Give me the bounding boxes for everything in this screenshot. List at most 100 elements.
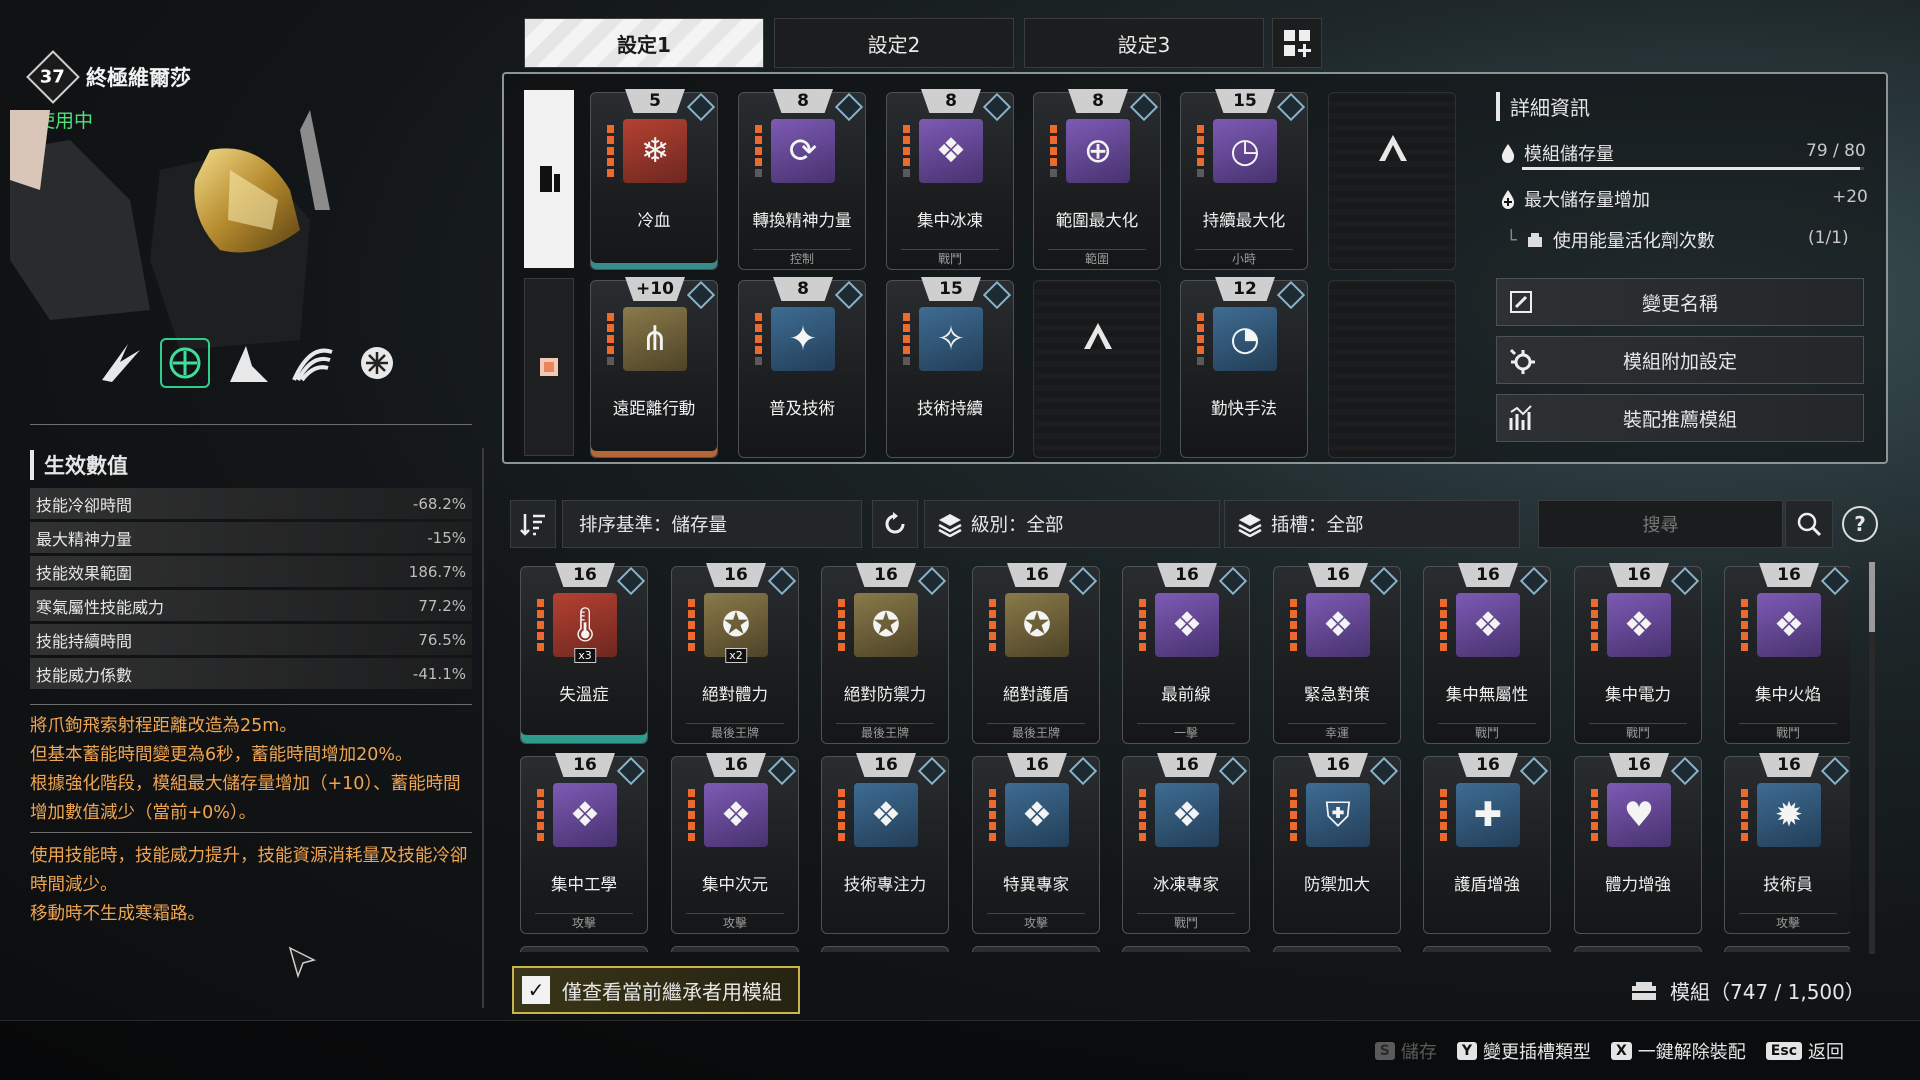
module-art-icon: ✚	[1456, 783, 1520, 847]
module-card[interactable]: 16 ❖ 集中火焰 戰鬥	[1724, 563, 1850, 744]
module-card[interactable]: 16 ✪ 絕對防禦力 最後王牌	[821, 563, 949, 744]
key-hints: S 儲存 Y 變更插槽類型 X 一鍵解除裝配 Esc 返回	[1374, 1038, 1844, 1064]
module-name: 護盾增強	[1454, 875, 1520, 894]
module-card[interactable]	[1273, 946, 1401, 952]
hint-y[interactable]: Y 變更插槽類型	[1456, 1038, 1591, 1064]
skill-5-icon[interactable]	[352, 338, 402, 388]
module-card[interactable]: 8 ❖ 集中冰凍 戰鬥	[886, 89, 1014, 270]
module-name: 普及技術	[769, 399, 835, 418]
module-card[interactable]: 16 ✪ x2 絕對體力 最後王牌	[671, 563, 799, 744]
inherit-only-checkbox[interactable]: ✓ 僅查看當前繼承者用模組	[512, 966, 800, 1014]
activator-value: (1/1)	[1808, 228, 1849, 248]
module-glyph-icon: ✧	[936, 319, 966, 359]
rename-button[interactable]: 變更名稱	[1496, 278, 1864, 326]
capacity-label: 模組儲存量	[1524, 144, 1614, 165]
module-card[interactable]	[1724, 946, 1850, 952]
inventory-scrollbar[interactable]	[1869, 562, 1875, 954]
module-card[interactable]: 8 ✦ 普及技術	[738, 277, 866, 458]
module-card[interactable]: 16 ❖ 冰凍專家 戰鬥	[1122, 753, 1250, 934]
add-preset-button[interactable]	[1272, 18, 1322, 68]
module-capacity-cost: 8	[1068, 89, 1128, 113]
module-card[interactable]: 16 ❖ 集中工學 攻擊	[520, 753, 648, 934]
module-level-pips	[1050, 125, 1057, 177]
module-name: 技術員	[1763, 875, 1813, 894]
search-input[interactable]: 搜尋	[1538, 500, 1783, 548]
module-name: 失溫症	[559, 685, 609, 704]
module-card[interactable]: 16 ❖ 集中次元 攻擊	[671, 753, 799, 934]
socket-filter-dropdown[interactable]: 插槽：全部	[1224, 500, 1520, 548]
module-glyph-icon: ✦	[788, 319, 818, 359]
module-rarity-icon	[834, 92, 864, 122]
module-card[interactable]: 16 ✚ 護盾增強	[1423, 753, 1551, 934]
module-glyph-icon: 🌡	[563, 605, 607, 645]
module-card[interactable]	[1122, 946, 1250, 952]
grade-filter-dropdown[interactable]: 級別：全部	[924, 500, 1220, 548]
module-card[interactable]	[1423, 946, 1551, 952]
module-art-icon: ❄	[623, 119, 687, 183]
module-art-icon: ❖	[704, 783, 768, 847]
module-level-pips	[688, 599, 695, 651]
module-card[interactable]: 16 ❖ 集中電力 戰鬥	[1574, 563, 1702, 744]
module-card[interactable]: 15 ✧ 技術持續	[886, 277, 1014, 458]
scrollbar-thumb[interactable]	[1869, 562, 1875, 632]
module-level-pips	[1741, 599, 1748, 651]
module-card[interactable]	[972, 946, 1100, 952]
module-card[interactable]: 16 ❖ 最前線 一擊	[1122, 563, 1250, 744]
empty-module-slot[interactable]	[1033, 280, 1161, 458]
sort-order-button[interactable]	[510, 500, 556, 548]
module-card[interactable]: 16 ❖ 特異專家 攻擊	[972, 753, 1100, 934]
stat-value: 186.7%	[408, 562, 466, 581]
tab-preset-2[interactable]: 設定2	[774, 18, 1014, 68]
module-category-tag: 最後王牌	[686, 723, 784, 741]
module-card[interactable]: 8 ⊕ 範圍最大化 範圍	[1033, 89, 1161, 270]
module-card[interactable]: 16 ✹ 技術員 攻擊	[1724, 753, 1850, 934]
hint-label: 返回	[1808, 1042, 1844, 1063]
trigger-slot-type[interactable]	[524, 278, 574, 456]
tab-preset-1[interactable]: 設定1	[524, 18, 764, 68]
divider	[30, 832, 472, 833]
module-card[interactable]: 16 ✪ 絕對護盾 最後王牌	[972, 563, 1100, 744]
module-card[interactable]: +10 ⋔ 遠距離行動	[590, 277, 718, 458]
module-card[interactable]: 16 ⛨ 防禦加大	[1273, 753, 1401, 934]
module-card[interactable]: 5 ❄ 冷血	[590, 89, 718, 270]
module-category-tag: 戰鬥	[901, 249, 999, 267]
help-button[interactable]: ?	[1842, 506, 1878, 542]
module-capacity-cost: 12	[1215, 277, 1275, 301]
module-card[interactable]: 16 ❖ 緊急對策 幸運	[1273, 563, 1401, 744]
equip-recommended-button[interactable]: 裝配推薦模組	[1496, 394, 1864, 442]
module-card[interactable]: 8 ⟳ 轉換精神力量 控制	[738, 89, 866, 270]
hint-x[interactable]: X 一鍵解除裝配	[1611, 1038, 1746, 1064]
stat-row: 技能冷卻時間 -68.2%	[30, 488, 472, 519]
module-card[interactable]	[520, 946, 648, 952]
module-card[interactable]: 16 ❖ 集中無屬性 戰鬥	[1423, 563, 1551, 744]
empty-module-slot[interactable]	[1328, 280, 1456, 458]
refresh-icon	[885, 512, 905, 534]
module-card[interactable]: 16 ♥ 體力增強	[1574, 753, 1702, 934]
module-card[interactable]	[671, 946, 799, 952]
empty-module-slot[interactable]	[1328, 92, 1456, 270]
module-card[interactable]: 12 ◔ 勤快手法	[1180, 277, 1308, 458]
module-capacity-cost: 16	[856, 563, 916, 587]
module-card[interactable]: 15 ◷ 持續最大化 小時	[1180, 89, 1308, 270]
module-card[interactable]: 16 🌡 x3 失溫症	[520, 563, 648, 744]
tab-preset-3[interactable]: 設定3	[1024, 18, 1264, 68]
module-glyph-icon: ⛨	[1325, 795, 1351, 835]
skill-1-icon[interactable]	[96, 338, 146, 388]
module-category-tag: 控制	[753, 249, 851, 267]
module-card[interactable]	[821, 946, 949, 952]
module-card[interactable]	[1574, 946, 1702, 952]
skill-4-icon[interactable]	[288, 338, 338, 388]
skill-2-icon[interactable]	[160, 338, 210, 388]
hint-esc[interactable]: Esc 返回	[1765, 1038, 1844, 1064]
search-button[interactable]	[1785, 500, 1833, 548]
max-capacity-value: +20	[1832, 187, 1868, 207]
module-art-icon: 🌡 x3	[553, 593, 617, 663]
refresh-button[interactable]	[872, 500, 918, 548]
skill-3-icon[interactable]	[224, 338, 274, 388]
module-category-tag: 戰鬥	[1438, 723, 1536, 741]
skill-slot-type[interactable]	[524, 90, 574, 268]
module-glyph-icon: ◷	[1230, 131, 1260, 171]
module-extra-settings-button[interactable]: 模組附加設定	[1496, 336, 1864, 384]
sort-dropdown[interactable]: 排序基準：儲存量	[562, 500, 862, 548]
module-card[interactable]: 16 ❖ 技術專注力	[821, 753, 949, 934]
